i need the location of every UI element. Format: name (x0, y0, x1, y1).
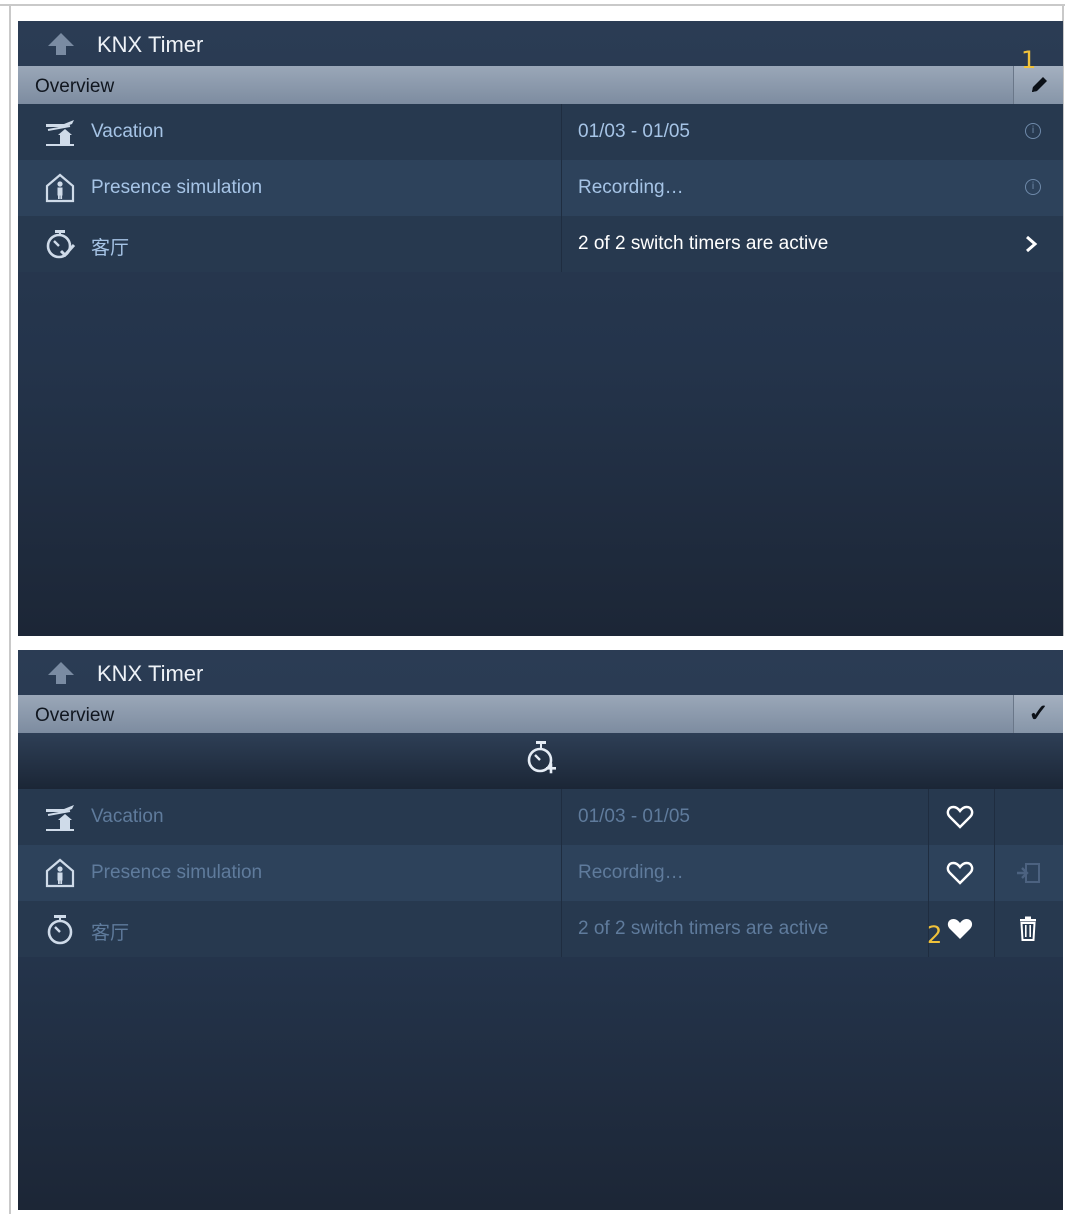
column-divider (994, 789, 995, 845)
row-value: 2 of 2 switch timers are active (578, 233, 829, 254)
confirm-icon: ✓ (1028, 700, 1049, 727)
frame-border-left (9, 4, 11, 1214)
frame-border-top (0, 4, 1065, 6)
chevron-right-icon[interactable] (1021, 234, 1041, 254)
list-item-living-room-timer[interactable]: 客厅 2 of 2 switch timers are active (18, 216, 1063, 272)
title-bar: KNX Timer (18, 650, 1063, 695)
presence-icon (45, 858, 75, 888)
row-value: 01/03 - 01/05 (578, 806, 690, 827)
page-title: KNX Timer (97, 661, 204, 686)
overview-bar: Overview (18, 66, 1063, 104)
column-divider (561, 160, 562, 216)
knx-timer-panel-edit: KNX Timer Overview ✓ Vacation 01/03 - 01… (18, 650, 1063, 1210)
overview-label: Overview (35, 705, 115, 726)
favorite-filled-icon[interactable] (946, 916, 974, 942)
favorite-outline-icon[interactable] (946, 804, 974, 830)
list-item-vacation[interactable]: Vacation 01/03 - 01/05 (18, 789, 1063, 845)
list-item-presence-simulation[interactable]: Presence simulation Recording… i (18, 160, 1063, 216)
vacation-icon (46, 120, 74, 146)
favorite-outline-icon[interactable] (946, 860, 974, 886)
callout-number-1: 1 (1021, 46, 1037, 74)
timer-active-icon (46, 230, 76, 259)
column-divider (561, 216, 562, 272)
edit-icon (1031, 77, 1047, 92)
row-value: Recording… (578, 862, 684, 883)
info-icon[interactable]: i (1025, 179, 1041, 195)
row-value: Recording… (578, 177, 684, 198)
info-icon[interactable]: i (1025, 123, 1041, 139)
column-divider (561, 845, 562, 901)
column-divider (994, 845, 995, 901)
row-value: 2 of 2 switch timers are active (578, 918, 829, 939)
timer-icon (47, 915, 73, 945)
overview-label: Overview (35, 76, 115, 97)
callout-number-2: 2 (927, 921, 943, 949)
row-label: 客厅 (91, 923, 130, 944)
column-divider (561, 901, 562, 957)
row-label: Presence simulation (91, 862, 263, 883)
row-value: 01/03 - 01/05 (578, 121, 690, 142)
column-divider (994, 901, 995, 957)
presence-icon (45, 173, 75, 203)
column-divider (928, 845, 929, 901)
add-timer-icon[interactable] (524, 740, 558, 778)
list-item-presence-simulation[interactable]: Presence simulation Recording… (18, 845, 1063, 901)
column-divider (561, 789, 562, 845)
page-title: KNX Timer (97, 32, 204, 57)
back-arrow-icon[interactable] (46, 31, 76, 57)
overview-bar: Overview ✓ (18, 695, 1063, 733)
title-bar: KNX Timer (18, 21, 1063, 66)
vacation-icon (46, 805, 74, 831)
delete-icon[interactable] (1014, 915, 1042, 943)
back-arrow-icon[interactable] (46, 660, 76, 686)
assign-icon[interactable] (1014, 859, 1042, 887)
row-label: Presence simulation (91, 177, 263, 198)
row-label: Vacation (91, 806, 164, 827)
column-divider (561, 104, 562, 160)
row-label: Vacation (91, 121, 164, 142)
list-item-vacation[interactable]: Vacation 01/03 - 01/05 i (18, 104, 1063, 160)
knx-timer-panel-view: KNX Timer Overview Vacation 01/03 - 01/0… (18, 21, 1063, 636)
list-item-living-room-timer[interactable]: 客厅 2 of 2 switch timers are active (18, 901, 1063, 957)
confirm-button[interactable]: ✓ (1013, 695, 1063, 733)
row-label: 客厅 (91, 238, 130, 259)
add-timer-bar (18, 733, 1063, 789)
column-divider (928, 789, 929, 845)
